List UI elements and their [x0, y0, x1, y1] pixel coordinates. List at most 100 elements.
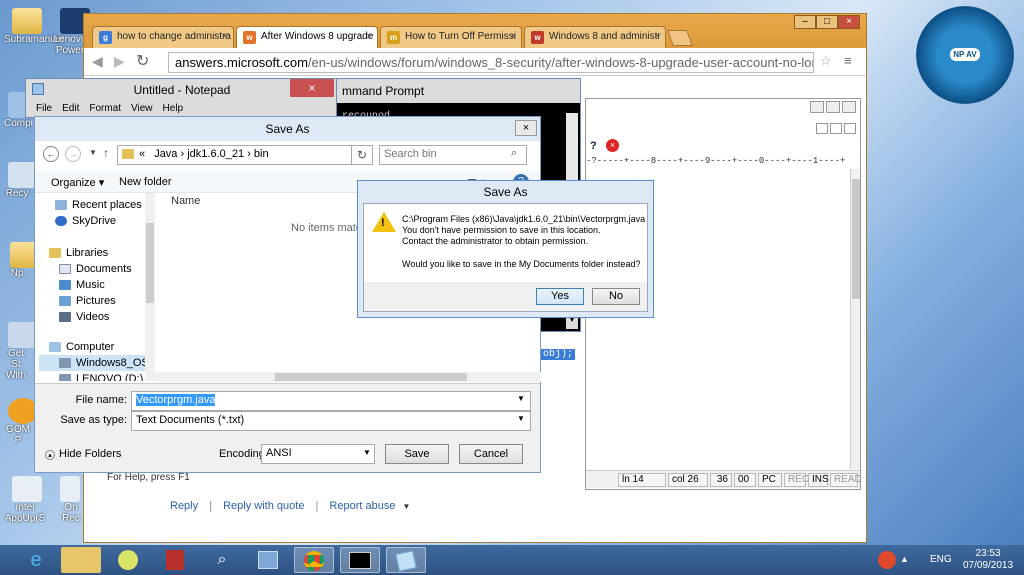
caret-down-icon[interactable]: ▼	[403, 502, 411, 511]
help-icon[interactable]: ?	[590, 140, 597, 152]
breadcrumb[interactable]: « Java › jdk1.6.0_21 › bin	[117, 145, 373, 165]
close-icon[interactable]: ×	[510, 31, 516, 42]
reload-icon[interactable]: ↻	[136, 51, 149, 71]
horizontal-scrollbar[interactable]	[155, 372, 541, 382]
menu-icon[interactable]: ≡	[844, 53, 852, 68]
menu-edit[interactable]: Edit	[62, 103, 79, 114]
nav-pictures[interactable]: Pictures	[59, 295, 116, 307]
close-button[interactable]	[842, 101, 856, 113]
nav-skydrive[interactable]: SkyDrive	[55, 215, 116, 227]
chevron-down-icon[interactable]: ▼	[89, 148, 97, 157]
address-bar[interactable]: answers.microsoft.com/en-us/windows/foru…	[168, 52, 814, 73]
tab-4[interactable]: w Windows 8 and administr ×	[524, 26, 666, 48]
file-name-input[interactable]: Vectorprgm.java	[131, 391, 531, 411]
close-window-button[interactable]: ×	[838, 15, 860, 29]
chevron-down-icon[interactable]: ▼	[517, 394, 525, 403]
minimize-button[interactable]	[816, 123, 828, 134]
tray-expand-icon[interactable]: ▲	[900, 554, 909, 564]
forward-icon[interactable]: ▶	[114, 53, 125, 70]
hide-folders-button[interactable]: ▴ Hide Folders	[45, 448, 121, 460]
nav-computer[interactable]: Computer	[49, 341, 114, 353]
reply-with-quote-link[interactable]: Reply with quote	[223, 500, 304, 512]
desktop-icon-getstarted[interactable]: Get St With	[4, 322, 38, 381]
cancel-button[interactable]: Cancel	[459, 444, 523, 464]
close-button[interactable]	[844, 123, 856, 134]
new-folder-button[interactable]: New folder	[119, 176, 172, 188]
desktop-icon-appup[interactable]: Intel AppUp(S	[4, 476, 46, 524]
scroll-thumb[interactable]	[146, 223, 154, 303]
antivirus-tray-icon[interactable]	[878, 551, 896, 569]
control-panel-icon[interactable]	[248, 547, 288, 573]
encoding-select[interactable]: ANSI	[261, 444, 375, 464]
maximize-button[interactable]	[826, 101, 840, 113]
cmd-taskbar-icon[interactable]	[340, 547, 380, 573]
nav-label: Documents	[76, 263, 132, 275]
nav-libraries[interactable]: Libraries	[49, 247, 108, 259]
breadcrumb-jdk[interactable]: jdk1.6.0_21	[187, 148, 244, 160]
maximize-button[interactable]: □	[816, 15, 838, 29]
star-icon[interactable]: ☆	[820, 53, 832, 69]
desktop-icon-onrec[interactable]: On Rec	[60, 476, 82, 524]
nav-videos[interactable]: Videos	[59, 311, 109, 323]
file-explorer-icon[interactable]	[61, 547, 101, 573]
nav-lenovo-d[interactable]: LENOVO (D:)	[59, 373, 143, 381]
stop-icon[interactable]: ×	[606, 139, 619, 152]
app-icon[interactable]	[108, 547, 148, 573]
back-icon[interactable]: ◀	[92, 53, 103, 70]
desktop-icon-user[interactable]: Subramanian	[4, 8, 63, 45]
up-icon[interactable]: ↑	[103, 146, 109, 160]
language-indicator[interactable]: ENG	[930, 554, 952, 565]
desktop-icon-gom[interactable]: GOM P	[4, 398, 38, 446]
close-icon[interactable]: ×	[654, 31, 660, 42]
yes-button[interactable]: Yes	[536, 288, 584, 305]
close-button[interactable]: ×	[290, 79, 334, 97]
nav-windows8-os[interactable]: Windows8_OS (C	[39, 355, 155, 371]
menu-help[interactable]: Help	[163, 103, 184, 114]
restore-button[interactable]	[830, 123, 842, 134]
reply-link[interactable]: Reply	[170, 500, 198, 512]
forward-icon[interactable]: →	[65, 146, 81, 162]
desktop-icon-recycle[interactable]: Recy	[4, 162, 38, 199]
save-type-select[interactable]: Text Documents (*.txt)	[131, 411, 531, 431]
chevron-down-icon[interactable]: ▼	[363, 448, 371, 457]
minimize-button[interactable]: –	[794, 15, 816, 29]
vertical-scrollbar[interactable]	[850, 169, 860, 469]
nav-music[interactable]: Music	[59, 279, 105, 291]
internet-explorer-icon[interactable]: e	[16, 547, 56, 573]
nav-scrollbar[interactable]	[145, 193, 155, 381]
breadcrumb-bin[interactable]: bin	[254, 148, 269, 160]
column-name[interactable]: Name	[171, 195, 200, 207]
breadcrumb-java[interactable]: Java	[154, 148, 177, 160]
notepad-taskbar-icon[interactable]	[386, 547, 426, 573]
close-icon[interactable]: ×	[366, 31, 372, 42]
save-button[interactable]: Save	[385, 444, 449, 464]
nav-recent-places[interactable]: Recent places	[55, 199, 142, 211]
tab-2[interactable]: w After Windows 8 upgrade ×	[236, 26, 378, 48]
npav-gadget[interactable]: NP AV	[916, 6, 1014, 104]
scroll-thumb[interactable]	[275, 373, 467, 381]
close-button[interactable]: ×	[515, 120, 537, 136]
clock[interactable]: 23:53 07/09/2013	[958, 548, 1018, 572]
tab-3[interactable]: m How to Turn Off Permissi ×	[380, 26, 522, 48]
drive-icon	[59, 358, 71, 369]
back-icon[interactable]: ←	[43, 146, 59, 162]
no-button[interactable]: No	[592, 288, 640, 305]
new-tab-button[interactable]	[667, 30, 693, 46]
scroll-thumb[interactable]	[852, 179, 860, 299]
report-abuse-link[interactable]: Report abuse	[329, 500, 395, 512]
magnifier-icon[interactable]: ⌕	[202, 547, 242, 573]
nav-documents[interactable]: Documents	[59, 263, 132, 275]
minimize-button[interactable]	[810, 101, 824, 113]
app-icon[interactable]	[155, 547, 195, 573]
menu-file[interactable]: File	[36, 103, 52, 114]
menu-format[interactable]: Format	[89, 103, 121, 114]
tab-1[interactable]: g how to change administra ×	[92, 26, 234, 48]
search-input[interactable]: Search bin	[379, 145, 527, 165]
refresh-icon[interactable]: ↻	[351, 145, 373, 165]
chrome-icon[interactable]	[294, 547, 334, 573]
clock-time: 23:53	[975, 548, 1001, 559]
close-icon[interactable]: ×	[222, 31, 228, 42]
menu-view[interactable]: View	[131, 103, 153, 114]
organize-button[interactable]: Organize ▾	[51, 176, 104, 189]
chevron-down-icon[interactable]: ▼	[517, 414, 525, 423]
